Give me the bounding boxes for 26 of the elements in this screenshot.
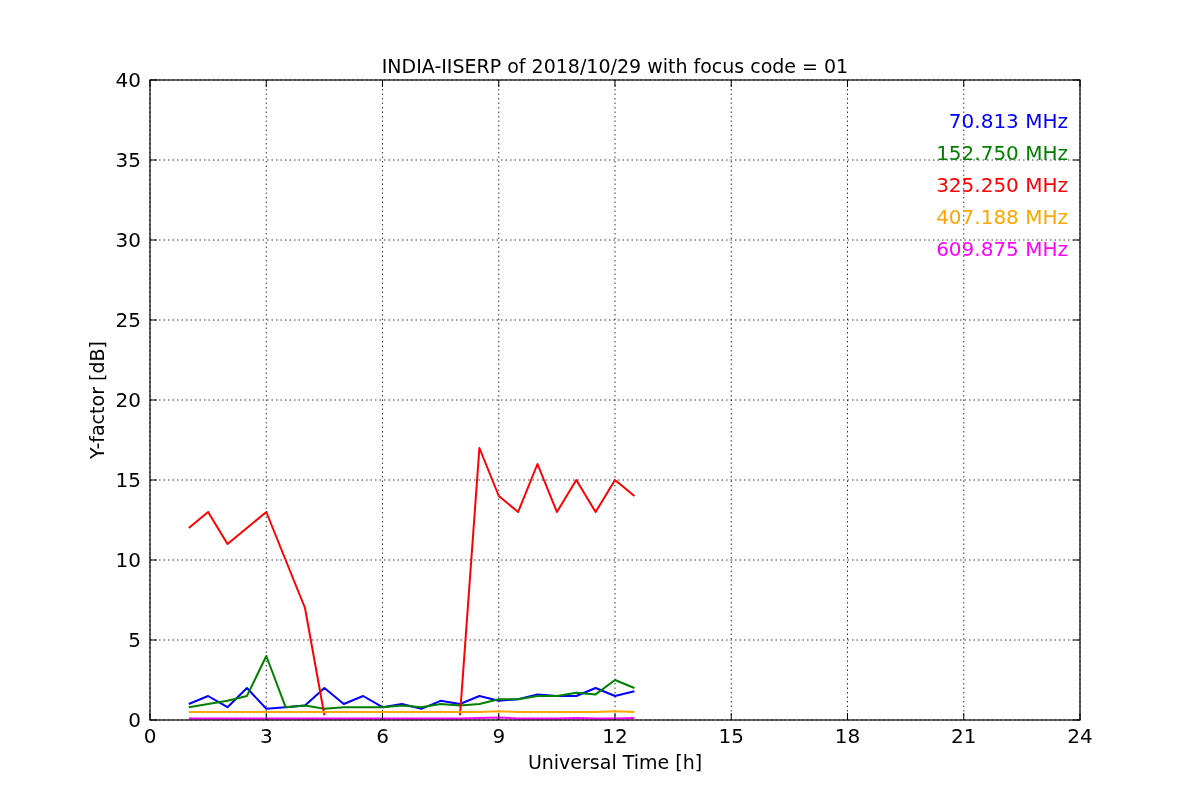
x-tick-label: 12 [602, 724, 628, 748]
legend-label: 152.750 MHz [936, 141, 1068, 165]
x-tick-label: 24 [1067, 724, 1093, 748]
x-tick-label: 9 [492, 724, 506, 748]
y-axis-label: Y-factor [dB] [86, 341, 108, 459]
y-tick-label: 0 [128, 708, 141, 732]
y-tick-label: 40 [115, 68, 141, 92]
legend-label: 70.813 MHz [948, 109, 1068, 133]
x-tick-label: 0 [143, 724, 157, 748]
x-tick-label: 21 [951, 724, 977, 748]
legend-label: 407.188 MHz [936, 205, 1068, 229]
legend-label: 609.875 MHz [936, 237, 1068, 261]
x-tick-label: 15 [718, 724, 744, 748]
x-tick-label: 18 [834, 724, 861, 748]
y-tick-label: 15 [115, 468, 141, 492]
x-tick-label: 3 [259, 724, 273, 748]
legend-label: 325.250 MHz [936, 173, 1068, 197]
y-tick-label: 10 [115, 548, 141, 572]
y-tick-label: 25 [115, 308, 141, 332]
y-tick-label: 5 [128, 628, 141, 652]
x-tick-label: 6 [376, 724, 389, 748]
y-tick-label: 30 [115, 228, 141, 252]
chart-title: INDIA-IISERP of 2018/10/29 with focus code = 01 [381, 55, 849, 77]
y-tick-label: 20 [115, 388, 141, 412]
y-tick-label: 35 [115, 148, 141, 172]
x-axis-label: Universal Time [h] [527, 751, 703, 773]
